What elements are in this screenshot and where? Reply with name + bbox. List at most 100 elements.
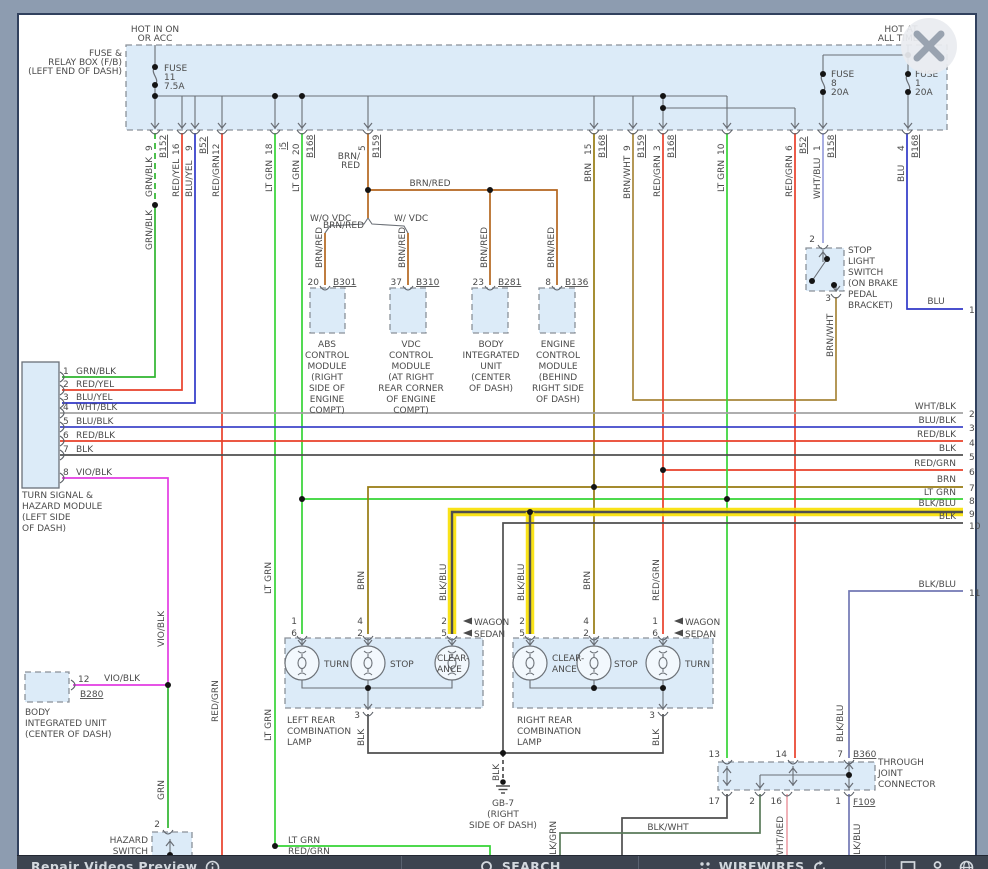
diagram-label: VIO/BLK (157, 610, 167, 647)
diagram-label: ANCE (552, 665, 577, 675)
diagram-label: B168 (667, 134, 677, 158)
wire-blu[interactable] (907, 133, 963, 309)
diagram-label: B168 (598, 134, 608, 158)
junction-dot (905, 89, 911, 95)
diagram-label: BLK/BLU (517, 564, 527, 601)
diagram-label: BLK (492, 763, 502, 781)
diagram-label: 37 (391, 278, 402, 288)
diagram-label: BLU/YEL (185, 160, 195, 197)
diagram-label: B52 (199, 136, 209, 154)
diagram-label: 7.5A (164, 82, 185, 92)
toolbar-videos-segment[interactable]: Repair Videos Preview (17, 856, 401, 869)
diagram-label: GRN/BLK (145, 156, 155, 197)
toolbar-search-segment[interactable]: SEARCH (402, 856, 638, 869)
diagram-label: REAR CORNER (378, 384, 444, 394)
wire-grn-blk[interactable] (62, 205, 155, 377)
diagram-label: BLK/BLU (836, 705, 846, 742)
diagram-label: RIGHT SIDE (532, 384, 584, 394)
diagram-label: (BEHIND (539, 373, 578, 383)
diagram-label: 4 (357, 617, 363, 627)
diagram-label: 14 (776, 750, 788, 760)
diagram-label: (CENTER OF DASH) (25, 730, 112, 740)
toolbar-wires-segment[interactable]: WIREWIRES (639, 856, 885, 869)
diagram-label: LIGHT (848, 257, 875, 267)
junction-dot (487, 187, 493, 193)
diagram-label: VIO/BLK (104, 674, 141, 684)
body-integrated-unit-b280-box (25, 672, 69, 702)
diagram-label: 9 (185, 145, 195, 151)
diagram-label: SIDE OF (309, 384, 345, 394)
diagram-label: 8 (63, 468, 69, 478)
diagram-label: WHT/BLK (915, 402, 957, 412)
diagram-label: BRACKET) (848, 301, 893, 311)
diagram-label: 8 (545, 278, 551, 288)
bulb-right-turn (646, 646, 680, 680)
diagram-label: B168 (911, 134, 921, 158)
diagram-label: CONNECTOR (878, 780, 936, 790)
diagram-label: STOP (848, 246, 872, 256)
diagram-label: SEDAN (685, 630, 716, 640)
diagram-label: RED/GRN (212, 155, 222, 197)
bulb-right-clearance (513, 646, 547, 680)
diagram-label: BLK (939, 512, 957, 522)
diagram-label: 4 (63, 403, 69, 413)
wire-blk-blu-row11[interactable] (849, 591, 963, 758)
diagram-label: RED/GRN (914, 459, 956, 469)
junction-dot (724, 496, 730, 502)
diagram-label: 16 (771, 797, 783, 807)
diagram-label: BRN (584, 163, 594, 182)
junction-dot (820, 89, 826, 95)
diagram-label: RED/GRN (211, 680, 221, 722)
diagram-label: BRN (937, 475, 956, 485)
toolbar-wires-label: WIREWIRES (719, 859, 805, 869)
engine-control-module-box (539, 288, 575, 333)
diagram-label: ENGINE (310, 395, 345, 405)
close-button[interactable] (901, 18, 957, 74)
diagram-label: B158 (827, 134, 837, 158)
wire-red-yel[interactable] (62, 133, 182, 390)
diagram-label: 12 (212, 144, 222, 155)
diagram-label: 16 (172, 143, 182, 155)
bottom-toolbar: Repair Videos Preview SEARCH WIREWIRES (17, 855, 988, 869)
body-integrated-unit-box (472, 288, 508, 333)
junction-dot (500, 750, 506, 756)
diagram-label: 2 (357, 629, 363, 639)
diagram-label: 4 (969, 439, 975, 449)
diagram-label: VDC (401, 340, 420, 350)
diagram-label: RED/BLK (76, 431, 116, 441)
diagram-label: B168 (306, 134, 316, 158)
diagram-label: GRN (157, 780, 167, 800)
junction-dot (299, 93, 305, 99)
diagram-label: LEFT REAR (287, 716, 335, 726)
diagram-label: B136 (565, 278, 589, 288)
diagram-label: COMBINATION (517, 727, 581, 737)
diagram-label: B310 (416, 278, 440, 288)
wire-brn-red-h[interactable] (368, 190, 557, 285)
toolbar-search-label: SEARCH (502, 859, 561, 869)
diagram-label: RIGHT REAR (517, 716, 572, 726)
diagram-label: RED/GRN (652, 559, 662, 601)
wire-blk-ground-bus[interactable] (368, 714, 663, 753)
diagram-label: 10 (717, 143, 727, 155)
diagram-label: BLK/BLU (919, 580, 956, 590)
diagram-label: WAGON (685, 618, 720, 628)
diagram-label: MODULE (538, 362, 577, 372)
diagram-label: LT GRN (288, 836, 320, 846)
diagram-label: STOP (390, 660, 414, 670)
diagram-label: BLU/BLK (919, 416, 958, 426)
diagram-label: F109 (853, 798, 876, 808)
junction-dot (152, 202, 158, 208)
diagram-label: ABS (318, 340, 336, 350)
diagram-label: 12 (78, 675, 89, 685)
variant-arrow-icon (463, 618, 472, 625)
diagram-label: BODY (25, 708, 51, 718)
diagram-label: 2 (441, 617, 447, 627)
diagram-label: RED/YEL (76, 380, 114, 390)
diagram-label: INTEGRATED UNIT (25, 719, 107, 729)
diagram-label: 3 (653, 145, 663, 151)
diagram-label: 1 (291, 617, 297, 627)
diagram-label: 7 (837, 750, 843, 760)
toolbar-tools-segment[interactable] (886, 856, 988, 869)
junction-dot (272, 93, 278, 99)
diagram-label: 23 (473, 278, 484, 288)
